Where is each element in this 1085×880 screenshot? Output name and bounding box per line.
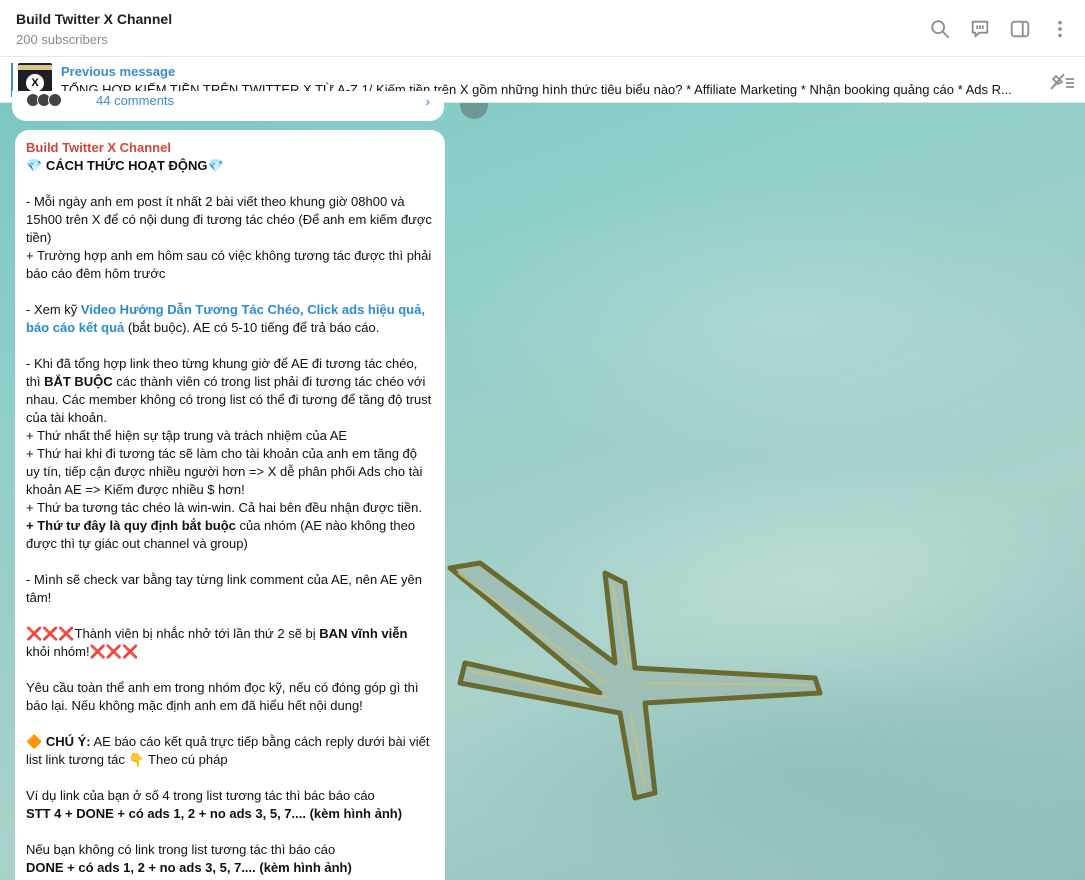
message-paragraph: Yêu cầu toàn thể anh em trong nhóm đọc k… xyxy=(26,680,419,713)
chevron-right-icon: › xyxy=(425,93,430,109)
x-logo-icon: X xyxy=(26,74,44,92)
unpin-icon[interactable] xyxy=(1049,70,1075,92)
scroll-down-button[interactable] xyxy=(460,103,488,119)
discussion-icon[interactable] xyxy=(967,16,993,42)
message-paragraph: + Thứ nhất thể hiện sự tập trung và trác… xyxy=(26,428,348,443)
message-paragraph: Nếu bạn không có link trong list tương t… xyxy=(26,842,336,857)
message-paragraph: STT 4 + DONE + có ads 1, 2 + no ads 3, 5… xyxy=(26,806,403,821)
sidebar-icon[interactable] xyxy=(1007,16,1033,42)
message-paragraph: + Thứ ba tương tác chéo là win-win. Cả h… xyxy=(26,500,422,515)
message-paragraph: - Mỗi ngày anh em post ít nhất 2 bài viế… xyxy=(26,194,432,245)
diamond-icon: 💎 xyxy=(207,158,224,173)
message-paragraph: Ví dụ link của bạn ở số 4 trong list tươ… xyxy=(26,788,375,803)
avatar xyxy=(48,93,62,107)
message-paragraph: ❌❌❌Thành viên bị nhắc nhở tới lần thứ 2 … xyxy=(26,626,408,659)
thumbnail-strip xyxy=(18,65,52,70)
channel-title[interactable]: Build Twitter X Channel xyxy=(16,11,172,27)
cross-mark-icon: ❌❌❌ xyxy=(26,626,75,641)
message-paragraph: + Trường hợp anh em hôm sau có việc khôn… xyxy=(26,248,432,281)
chat-header: Build Twitter X Channel 200 subscribers xyxy=(0,0,1085,57)
header-actions xyxy=(927,16,1073,42)
pointing-down-icon: 👇 xyxy=(128,752,145,767)
message-paragraph: + Thứ hai khi đi tương tác sẽ làm cho tà… xyxy=(26,446,423,497)
message-paragraph: 🔶 CHÚ Ý: AE báo cáo kết quả trực tiếp bằ… xyxy=(26,734,430,767)
cross-mark-icon: ❌❌❌ xyxy=(89,644,139,659)
message-heading: 💎 CÁCH THỨC HOẠT ĐỘNG💎 xyxy=(26,158,224,173)
pinned-label: Previous message xyxy=(61,64,176,79)
more-icon[interactable] xyxy=(1047,16,1073,42)
commenter-avatars xyxy=(26,93,62,107)
message-paragraph: - Mình sẽ check var bằng tay từng link c… xyxy=(26,572,423,605)
orange-diamond-icon: 🔶 xyxy=(26,734,43,749)
previous-message-footer[interactable]: 44 comments › xyxy=(12,91,444,121)
message-bubble: Build Twitter X Channel 💎 CÁCH THỨC HOẠT… xyxy=(15,130,445,880)
starfish-image xyxy=(447,560,823,801)
search-icon[interactable] xyxy=(927,16,953,42)
diamond-icon: 💎 xyxy=(26,158,43,173)
bg-ripple xyxy=(440,173,1085,473)
message-sender[interactable]: Build Twitter X Channel xyxy=(26,139,434,157)
message-paragraph: - Xem kỹ Video Hướng Dẫn Tương Tác Chéo,… xyxy=(26,302,425,335)
comments-link[interactable]: 44 comments xyxy=(96,93,174,108)
message-paragraph: - Khi đã tổng hợp link theo từng khung g… xyxy=(26,356,432,425)
message-paragraph: + Thứ tư đây là quy định bắt buộc của nh… xyxy=(26,518,416,551)
subscriber-count: 200 subscribers xyxy=(16,32,108,47)
message-paragraph: DONE + có ads 1, 2 + no ads 3, 5, 7.... … xyxy=(26,860,352,875)
